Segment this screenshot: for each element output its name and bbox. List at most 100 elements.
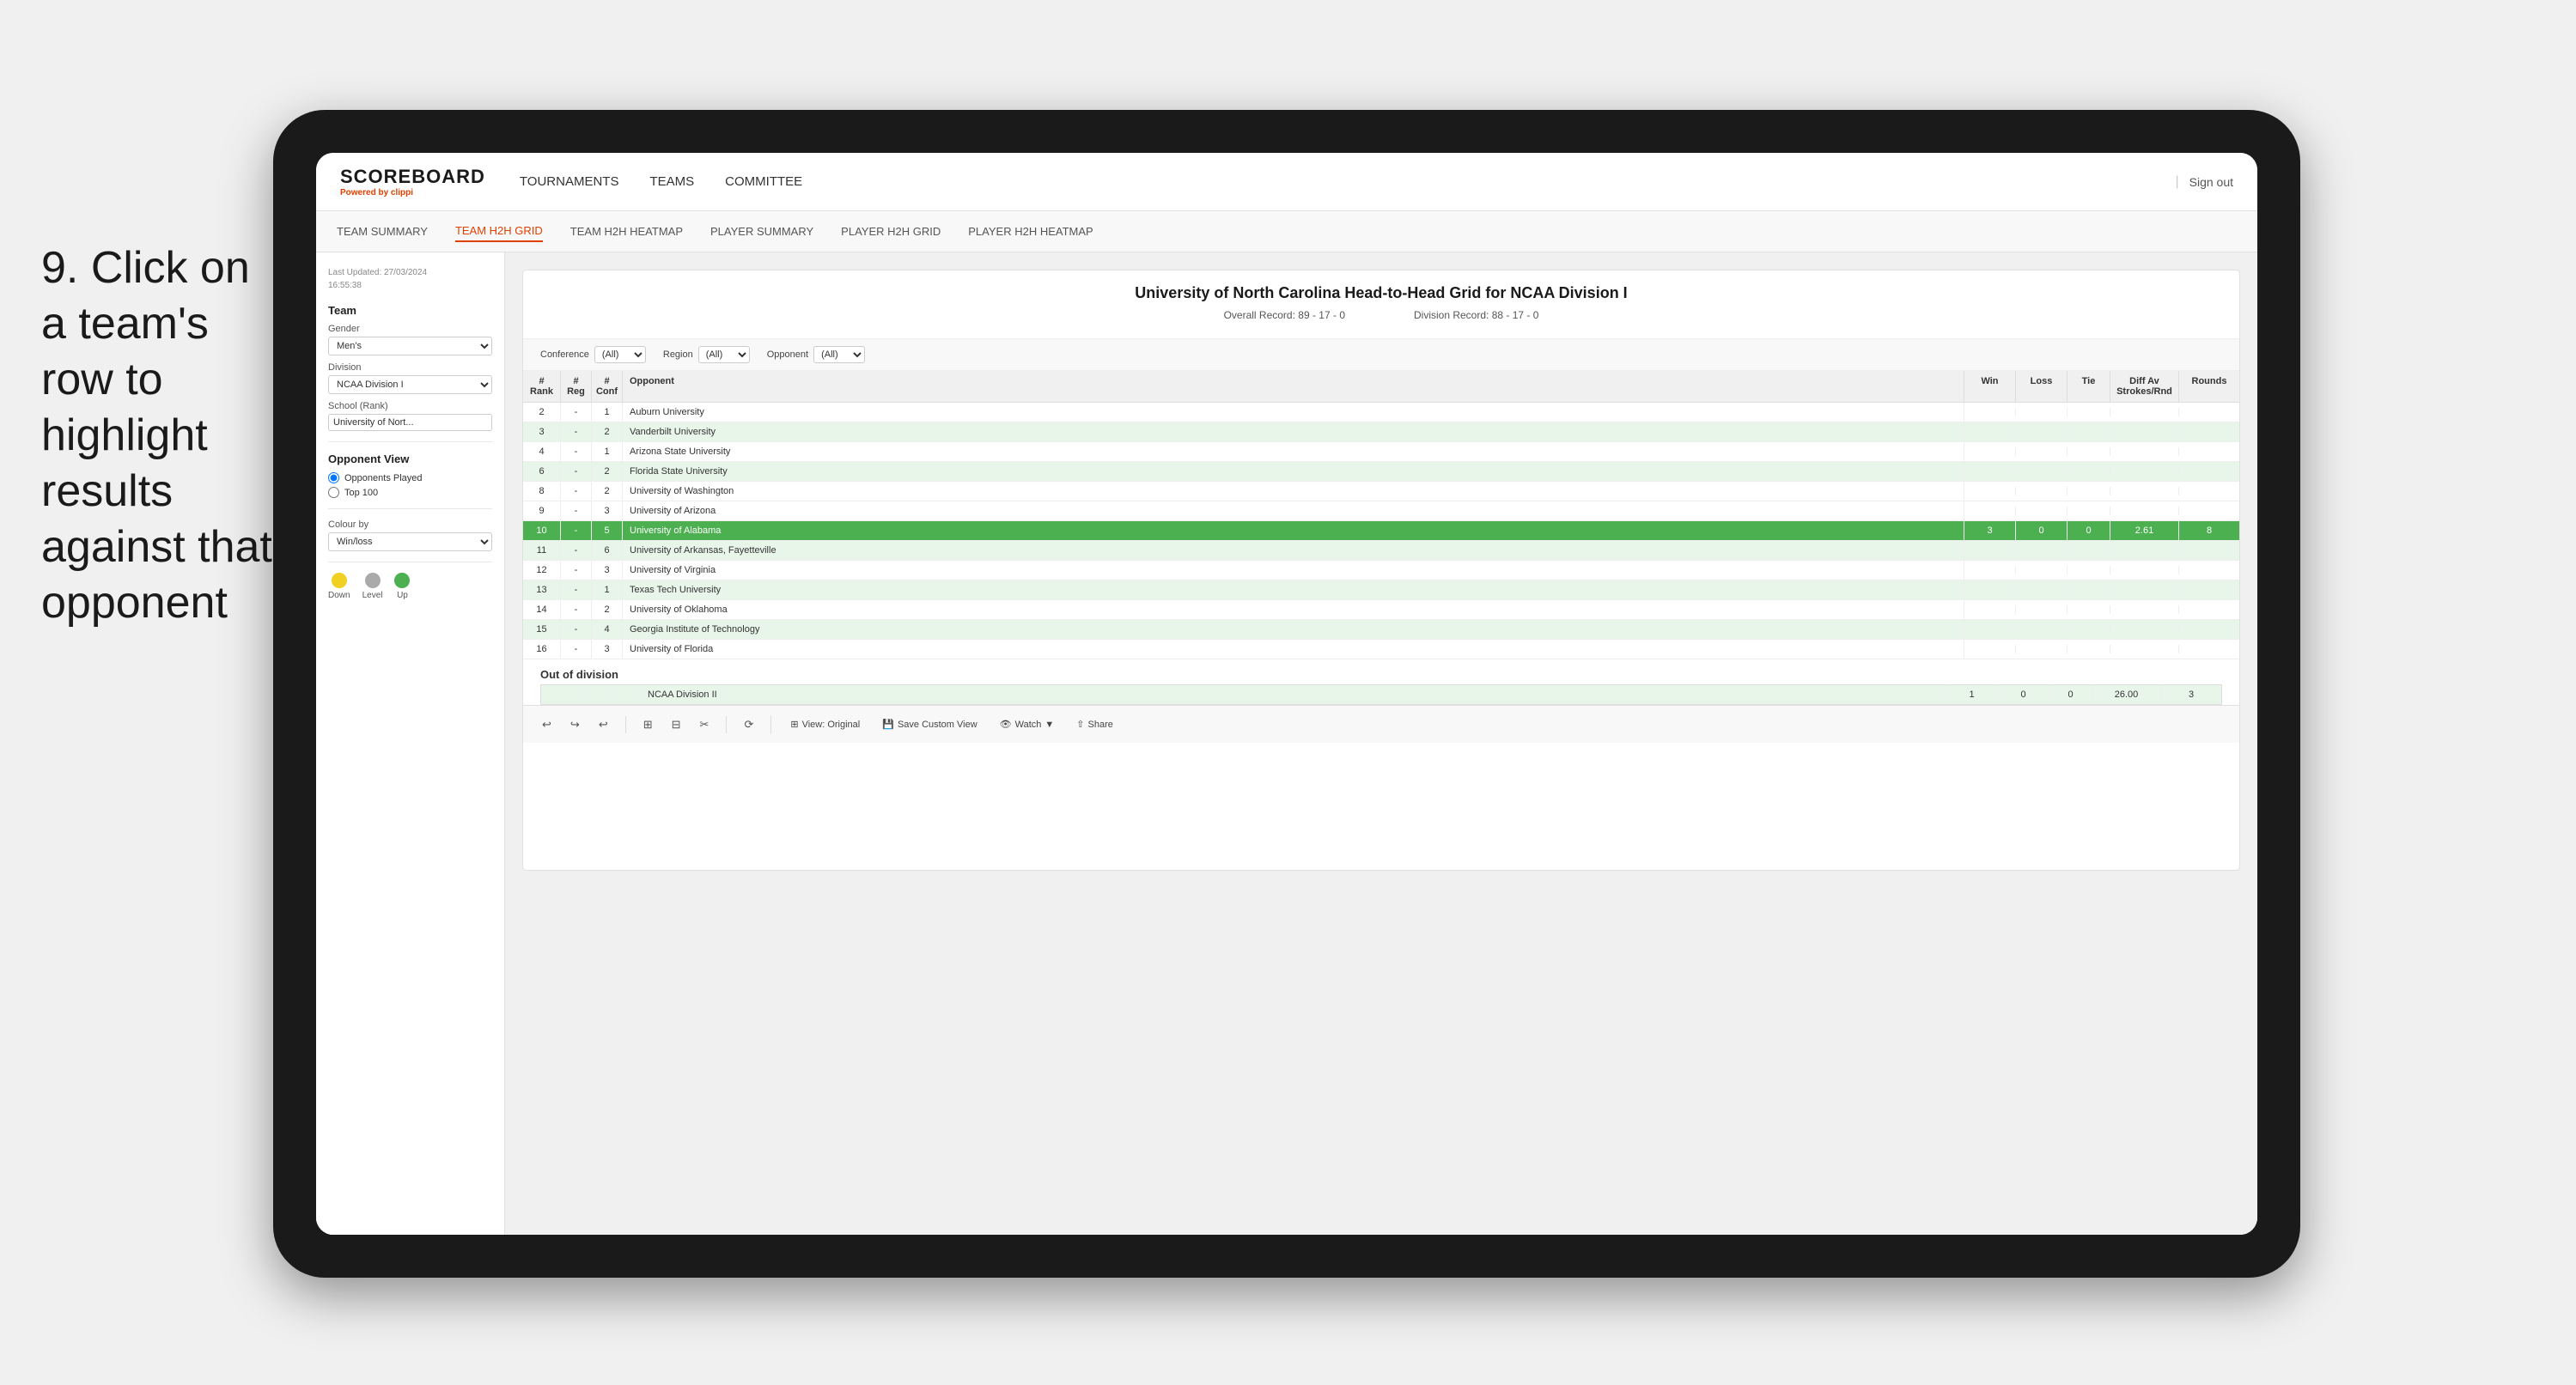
table-row[interactable]: 2 - 1 Auburn University (523, 403, 2239, 422)
cell-loss (2016, 507, 2067, 515)
undo2-button[interactable]: ↩ (594, 716, 613, 733)
cell-reg: - (561, 482, 592, 501)
table-row[interactable]: 10 - 5 University of Alabama 3 0 0 2.61 … (523, 521, 2239, 541)
col-header-win: Win (1964, 371, 2016, 402)
opponent-view-label: Opponent View (328, 453, 492, 465)
division-record-label: Division Record: 88 - 17 - 0 (1414, 309, 1538, 321)
cell-rounds (2179, 605, 2239, 614)
cell-win (1964, 507, 2016, 515)
tab-team-summary[interactable]: TEAM SUMMARY (337, 222, 428, 241)
copy-button[interactable]: ⊞ (638, 716, 658, 733)
cell-rounds (2179, 507, 2239, 515)
cell-rounds (2179, 487, 2239, 495)
colour-by-select[interactable]: Win/loss (328, 532, 492, 551)
undo-button[interactable]: ↩ (537, 716, 557, 733)
out-of-division-label: Out of division (523, 659, 2239, 684)
sign-out-button[interactable]: Sign out (2189, 175, 2233, 189)
cell-diff (2110, 467, 2179, 476)
cell-reg: - (561, 442, 592, 461)
radio-opponents-played[interactable]: Opponents Played (328, 472, 492, 483)
cell-diff (2110, 566, 2179, 574)
table-row[interactable]: 13 - 1 Texas Tech University (523, 580, 2239, 600)
cell-opponent: Florida State University (623, 462, 1964, 481)
conference-filter-select[interactable]: (All) (594, 346, 646, 363)
cell-opponent: University of Alabama (623, 521, 1964, 540)
redo-button[interactable]: ↪ (565, 716, 585, 733)
nav-item-committee[interactable]: COMMITTEE (725, 171, 802, 192)
gender-select[interactable]: Men's (328, 337, 492, 355)
cell-win (1964, 428, 2016, 436)
division-field-label: Division (328, 362, 492, 373)
col-header-reg: # Reg (561, 371, 592, 402)
ood-rank (541, 690, 579, 699)
ood-win: 1 (1946, 685, 1998, 704)
cell-tie (2067, 447, 2110, 456)
cell-opponent: Vanderbilt University (623, 422, 1964, 441)
cell-rounds: 8 (2179, 521, 2239, 540)
cell-rank: 8 (523, 482, 561, 501)
cell-loss (2016, 625, 2067, 634)
watch-button[interactable]: 👁 Watch ▼ (993, 716, 1062, 732)
table-row[interactable]: 3 - 2 Vanderbilt University (523, 422, 2239, 442)
logo-text: SCOREBOARD (340, 166, 485, 188)
region-filter-select[interactable]: (All) (698, 346, 750, 363)
cut-button[interactable]: ✂ (695, 716, 715, 733)
cell-conf: 3 (592, 561, 623, 580)
table-row[interactable]: 15 - 4 Georgia Institute of Technology (523, 620, 2239, 640)
cell-diff (2110, 507, 2179, 515)
col-header-opponent: Opponent (623, 371, 1964, 402)
cell-win (1964, 605, 2016, 614)
paste-button[interactable]: ⊟ (667, 716, 686, 733)
save-custom-view-button[interactable]: 💾 Save Custom View (875, 716, 984, 732)
cell-conf: 6 (592, 541, 623, 560)
cell-loss (2016, 586, 2067, 594)
cell-win (1964, 447, 2016, 456)
cell-conf: 4 (592, 620, 623, 639)
cell-rank: 13 (523, 580, 561, 599)
cell-diff: 2.61 (2110, 521, 2179, 540)
nav-divider: | (2175, 174, 2178, 190)
school-input[interactable] (328, 414, 492, 431)
cell-rank: 10 (523, 521, 561, 540)
table-row[interactable]: 6 - 2 Florida State University (523, 462, 2239, 482)
nav-item-tournaments[interactable]: TOURNAMENTS (520, 171, 619, 192)
cell-diff (2110, 546, 2179, 555)
ood-row[interactable]: NCAA Division II 1 0 0 26.00 3 (540, 684, 2222, 705)
radio-top100[interactable]: Top 100 (328, 487, 492, 498)
cell-loss (2016, 546, 2067, 555)
cell-opponent: University of Oklahoma (623, 600, 1964, 619)
tab-player-summary[interactable]: PLAYER SUMMARY (710, 222, 813, 241)
cell-conf: 2 (592, 482, 623, 501)
table-row[interactable]: 8 - 2 University of Washington (523, 482, 2239, 501)
ood-loss: 0 (1998, 685, 2049, 704)
cell-opponent: Georgia Institute of Technology (623, 620, 1964, 639)
cell-tie (2067, 586, 2110, 594)
table-row[interactable]: 9 - 3 University of Arizona (523, 501, 2239, 521)
opponent-filter-select[interactable]: (All) (813, 346, 865, 363)
legend-up: Up (394, 573, 410, 600)
view-button[interactable]: ⊞ View: Original (783, 716, 867, 732)
logo-area: SCOREBOARD Powered by clippi (340, 166, 485, 197)
save-icon: 💾 (882, 719, 894, 730)
cell-tie (2067, 507, 2110, 515)
nav-item-teams[interactable]: TEAMS (649, 171, 694, 192)
table-row[interactable]: 16 - 3 University of Florida (523, 640, 2239, 659)
division-select[interactable]: NCAA Division I (328, 375, 492, 394)
tab-player-h2h-grid[interactable]: PLAYER H2H GRID (841, 222, 941, 241)
table-row[interactable]: 14 - 2 University of Oklahoma (523, 600, 2239, 620)
tab-player-h2h-heatmap[interactable]: PLAYER H2H HEATMAP (968, 222, 1093, 241)
table-row[interactable]: 12 - 3 University of Virginia (523, 561, 2239, 580)
table-row[interactable]: 11 - 6 University of Arkansas, Fayettevi… (523, 541, 2239, 561)
share-button[interactable]: ⇧ Share (1069, 716, 1120, 732)
cell-tie (2067, 467, 2110, 476)
conference-filter-label: Conference (540, 349, 589, 360)
cell-opponent: University of Arizona (623, 501, 1964, 520)
cell-tie (2067, 625, 2110, 634)
logo-sub: Powered by clippi (340, 188, 485, 197)
cell-rank: 14 (523, 600, 561, 619)
tab-team-h2h-heatmap[interactable]: TEAM H2H HEATMAP (570, 222, 683, 241)
refresh-button[interactable]: ⟳ (739, 716, 758, 733)
tab-team-h2h-grid[interactable]: TEAM H2H GRID (455, 221, 543, 242)
cell-rounds (2179, 428, 2239, 436)
table-row[interactable]: 4 - 1 Arizona State University (523, 442, 2239, 462)
